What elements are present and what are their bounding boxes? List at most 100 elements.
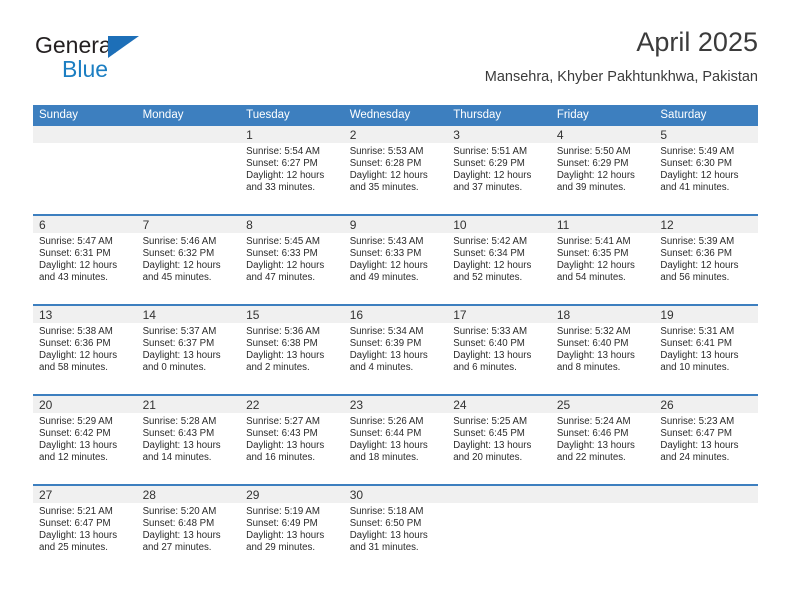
day-details: Sunrise: 5:47 AM Sunset: 6:31 PM Daylight:…: [33, 233, 137, 284]
calendar-day-cell[interactable]: 24 Sunrise: 5:25 AM Sunset: 6:45 PM Dayligh…: [447, 394, 551, 485]
day-8: 8 Sunrise: 5:45 AM Sunset: 6:33 PM Daylight…: [240, 216, 344, 304]
sunrise-text: Sunrise: 5:41 AM: [556, 236, 631, 247]
day-details: Sunrise: 5:51 AM Sunset: 6:29 PM Daylight:…: [447, 143, 551, 194]
sunrise-text: Sunrise: 5:24 AM: [556, 416, 631, 427]
sunset-text: Sunset: 6:35 PM: [556, 247, 629, 259]
calendar-day-cell[interactable]: 27 Sunrise: 5:21 AM Sunset: 6:47 PM Dayligh…: [33, 484, 137, 574]
calendar-day-cell[interactable]: 28 Sunrise: 5:20 AM Sunset: 6:48 PM Dayligh…: [136, 484, 241, 574]
day-details: Sunrise: 5:28 AM Sunset: 6:43 PM Daylight:…: [137, 413, 241, 464]
day-number: 15: [240, 306, 344, 323]
day-5: 5 Sunrise: 5:49 AM Sunset: 6:30 PM Daylight…: [654, 126, 758, 214]
calendar-day-cell[interactable]: 14 Sunrise: 5:37 AM Sunset: 6:37 PM Dayligh…: [136, 304, 241, 395]
daylight-text-line1: Daylight: 12 hours: [39, 349, 118, 361]
daylight-text-line2: and 20 minutes.: [453, 451, 523, 463]
calendar-page: General Blue April 2025 Mansehra, Khyber…: [0, 0, 792, 612]
sunrise-text: Sunrise: 5:42 AM: [453, 236, 528, 247]
sunset-text: Sunset: 6:29 PM: [453, 157, 525, 169]
calendar-day-cell[interactable]: 17 Sunrise: 5:33 AM Sunset: 6:40 PM Dayligh…: [447, 304, 551, 395]
day-15: 15 Sunrise: 5:36 AM Sunset: 6:38 PM Dayligh…: [240, 306, 344, 394]
day-details: Sunrise: 5:49 AM Sunset: 6:30 PM Daylight:…: [654, 143, 758, 194]
calendar-day-cell[interactable]: 22 Sunrise: 5:27 AM Sunset: 6:43 PM Dayligh…: [240, 394, 344, 485]
calendar-day-cell[interactable]: 2 Sunrise: 5:53 AM Sunset: 6:28 PM Daylight…: [343, 126, 448, 215]
sunrise-text: Sunrise: 5:26 AM: [349, 416, 424, 427]
calendar-day-cell[interactable]: 6 Sunrise: 5:47 AM Sunset: 6:31 PM Daylight…: [33, 214, 137, 305]
sunrise-text: Sunrise: 5:31 AM: [660, 326, 735, 337]
day-details: Sunrise: 5:21 AM Sunset: 6:47 PM Daylight:…: [33, 503, 137, 554]
sunset-text: Sunset: 6:31 PM: [39, 247, 111, 259]
calendar-day-cell[interactable]: 10 Sunrise: 5:42 AM Sunset: 6:34 PM Dayligh…: [447, 214, 551, 305]
calendar-day-cell[interactable]: 25 Sunrise: 5:24 AM Sunset: 6:46 PM Dayligh…: [550, 394, 655, 485]
calendar-day-cell[interactable]: 11 Sunrise: 5:41 AM Sunset: 6:35 PM Dayligh…: [550, 214, 655, 305]
calendar-day-cell[interactable]: 1 Sunrise: 5:54 AM Sunset: 6:27 PM Daylight…: [240, 126, 344, 215]
calendar-day-cell[interactable]: 23 Sunrise: 5:26 AM Sunset: 6:44 PM Dayligh…: [343, 394, 448, 485]
calendar-day-cell[interactable]: 12 Sunrise: 5:39 AM Sunset: 6:36 PM Dayligh…: [654, 214, 758, 305]
sunrise-text: Sunrise: 5:25 AM: [453, 416, 528, 427]
calendar-day-cell[interactable]: 21 Sunrise: 5:28 AM Sunset: 6:43 PM Dayligh…: [136, 394, 241, 485]
calendar-day-cell[interactable]: 7 Sunrise: 5:46 AM Sunset: 6:32 PM Daylight…: [136, 214, 241, 305]
day-details: Sunrise: 5:23 AM Sunset: 6:47 PM Daylight:…: [654, 413, 758, 464]
sunset-text: Sunset: 6:47 PM: [660, 427, 732, 439]
day-number: 18: [550, 306, 655, 323]
daylight-text-line2: and 33 minutes.: [246, 181, 316, 193]
location-subtitle: Mansehra, Khyber Pakhtunkhwa, Pakistan: [484, 69, 758, 85]
calendar-week-row: 20 Sunrise: 5:29 AM Sunset: 6:42 PM Dayligh…: [33, 394, 758, 485]
day-number: [136, 126, 241, 143]
day-7: 7 Sunrise: 5:46 AM Sunset: 6:32 PM Daylight…: [136, 216, 241, 304]
calendar-day-cell[interactable]: 13 Sunrise: 5:38 AM Sunset: 6:36 PM Dayligh…: [33, 304, 137, 395]
calendar-week-row: 1 Sunrise: 5:54 AM Sunset: 6:27 PM Daylight…: [33, 126, 758, 215]
calendar-day-cell: [33, 126, 137, 215]
calendar-day-cell[interactable]: 29 Sunrise: 5:19 AM Sunset: 6:49 PM Dayligh…: [240, 484, 344, 574]
day-24: 24 Sunrise: 5:25 AM Sunset: 6:45 PM Dayligh…: [447, 396, 551, 484]
day-number: 5: [654, 126, 758, 143]
calendar-day-cell[interactable]: 30 Sunrise: 5:18 AM Sunset: 6:50 PM Dayligh…: [343, 484, 448, 574]
calendar-day-cell[interactable]: 3 Sunrise: 5:51 AM Sunset: 6:29 PM Daylight…: [447, 126, 551, 215]
calendar-day-cell[interactable]: 26 Sunrise: 5:23 AM Sunset: 6:47 PM Dayligh…: [654, 394, 758, 485]
day-details: Sunrise: 5:39 AM Sunset: 6:36 PM Daylight:…: [654, 233, 758, 284]
daylight-text-line2: and 24 minutes.: [660, 451, 730, 463]
daylight-text-line2: and 16 minutes.: [246, 451, 316, 463]
calendar-day-cell[interactable]: 18 Sunrise: 5:32 AM Sunset: 6:40 PM Dayligh…: [550, 304, 655, 395]
daylight-text-line1: Daylight: 12 hours: [556, 259, 635, 271]
general-blue-logo[interactable]: General Blue: [33, 32, 233, 90]
day-number: [447, 486, 551, 503]
page-header: General Blue April 2025 Mansehra, Khyber…: [33, 26, 758, 96]
day-30: 30 Sunrise: 5:18 AM Sunset: 6:50 PM Dayligh…: [343, 486, 448, 574]
day-number: 9: [343, 216, 448, 233]
sunrise-text: Sunrise: 5:27 AM: [246, 416, 320, 427]
day-number: 4: [550, 126, 655, 143]
day-12: 12 Sunrise: 5:39 AM Sunset: 6:36 PM Dayligh…: [654, 216, 758, 304]
daylight-text-line1: Daylight: 13 hours: [556, 349, 635, 361]
daylight-text-line2: and 35 minutes.: [349, 181, 419, 193]
daylight-text-line1: Daylight: 13 hours: [349, 349, 428, 361]
calendar-day-cell[interactable]: 19 Sunrise: 5:31 AM Sunset: 6:41 PM Dayligh…: [654, 304, 758, 395]
empty-day: [550, 486, 655, 574]
sunrise-text: Sunrise: 5:46 AM: [142, 236, 217, 247]
daylight-text-line1: Daylight: 13 hours: [349, 529, 428, 541]
day-details: Sunrise: 5:41 AM Sunset: 6:35 PM Daylight:…: [551, 233, 655, 284]
daylight-text-line1: Daylight: 13 hours: [142, 349, 221, 361]
calendar-day-cell[interactable]: 16 Sunrise: 5:34 AM Sunset: 6:39 PM Dayligh…: [343, 304, 448, 395]
day-number: 28: [136, 486, 241, 503]
sunset-text: Sunset: 6:38 PM: [246, 337, 318, 349]
calendar-day-cell[interactable]: 4 Sunrise: 5:50 AM Sunset: 6:29 PM Daylight…: [550, 126, 655, 215]
day-details: Sunrise: 5:53 AM Sunset: 6:28 PM Daylight:…: [344, 143, 448, 194]
calendar-day-cell[interactable]: 15 Sunrise: 5:36 AM Sunset: 6:38 PM Dayligh…: [240, 304, 344, 395]
calendar-day-cell[interactable]: 8 Sunrise: 5:45 AM Sunset: 6:33 PM Daylight…: [240, 214, 344, 305]
sunrise-text: Sunrise: 5:36 AM: [246, 326, 320, 337]
sunset-text: Sunset: 6:43 PM: [142, 427, 215, 439]
calendar-day-cell[interactable]: 5 Sunrise: 5:49 AM Sunset: 6:30 PM Daylight…: [654, 126, 758, 215]
daylight-text-line2: and 14 minutes.: [142, 451, 212, 463]
calendar-week-row: 6 Sunrise: 5:47 AM Sunset: 6:31 PM Daylight…: [33, 214, 758, 305]
day-number: 6: [33, 216, 137, 233]
daylight-text-line1: Daylight: 13 hours: [246, 439, 325, 451]
dow-tuesday: Tuesday: [240, 105, 344, 126]
calendar-day-cell[interactable]: 9 Sunrise: 5:43 AM Sunset: 6:33 PM Daylight…: [343, 214, 448, 305]
sunset-text: Sunset: 6:46 PM: [556, 427, 629, 439]
logo-text-blue: Blue: [62, 56, 109, 82]
day-22: 22 Sunrise: 5:27 AM Sunset: 6:43 PM Dayligh…: [240, 396, 344, 484]
sunrise-text: Sunrise: 5:20 AM: [142, 506, 217, 517]
day-6: 6 Sunrise: 5:47 AM Sunset: 6:31 PM Daylight…: [33, 216, 137, 304]
day-details: Sunrise: 5:20 AM Sunset: 6:48 PM Daylight:…: [137, 503, 241, 554]
day-details: Sunrise: 5:46 AM Sunset: 6:32 PM Daylight:…: [137, 233, 241, 284]
calendar-day-cell[interactable]: 20 Sunrise: 5:29 AM Sunset: 6:42 PM Dayligh…: [33, 394, 137, 485]
